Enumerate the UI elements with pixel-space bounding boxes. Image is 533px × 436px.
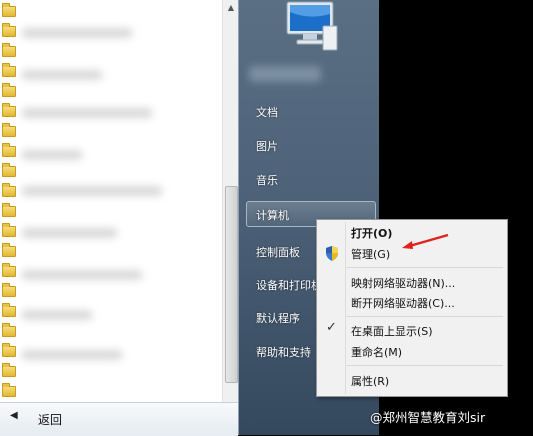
scroll-up-arrow-icon[interactable]: ▲: [223, 0, 238, 16]
blurred-program-name: [22, 228, 117, 238]
music-item[interactable]: 音乐: [256, 172, 278, 188]
menu-rename[interactable]: 重命名(M): [351, 344, 402, 360]
folder-icon[interactable]: [2, 83, 16, 97]
folder-icon[interactable]: [2, 363, 16, 377]
blurred-program-name: [22, 186, 162, 196]
help-support-item[interactable]: 帮助和支持: [256, 344, 311, 360]
computer-item[interactable]: 计算机: [256, 207, 289, 223]
menu-show-on-desktop[interactable]: 在桌面上显示(S): [351, 323, 433, 339]
devices-printers-item[interactable]: 设备和打印机: [256, 277, 322, 293]
folder-icon[interactable]: [2, 123, 16, 137]
menu-separator: [347, 365, 503, 366]
folder-icon[interactable]: [2, 3, 16, 17]
default-programs-item[interactable]: 默认程序: [256, 310, 300, 326]
checkmark-icon: ✓: [326, 320, 337, 335]
blurred-program-name: [22, 310, 92, 320]
blurred-program-name: [22, 108, 152, 118]
red-annotation-arrow-icon: [402, 233, 449, 249]
folder-icon[interactable]: [2, 143, 16, 157]
menu-map-network-drive[interactable]: 映射网络驱动器(N)...: [351, 275, 455, 291]
folder-icon[interactable]: [2, 183, 16, 197]
folder-icon[interactable]: [2, 343, 16, 357]
back-label: 返回: [38, 413, 63, 427]
menu-separator: [347, 267, 503, 268]
watermark: @郑州智慧教育刘sir: [370, 410, 486, 425]
menu-manage[interactable]: 管理(G): [351, 246, 390, 262]
folder-icon[interactable]: [2, 23, 16, 37]
computer-icon: [286, 1, 338, 51]
folder-icon[interactable]: [2, 383, 16, 397]
vertical-scrollbar[interactable]: ▲: [222, 0, 238, 402]
menu-disconnect-network-drive[interactable]: 断开网络驱动器(C)...: [351, 295, 455, 311]
shield-icon: [326, 246, 338, 261]
control-panel-item[interactable]: 控制面板: [256, 244, 300, 260]
folder-icon[interactable]: [2, 323, 16, 337]
program-list: ▲: [0, 0, 238, 402]
menu-properties[interactable]: 属性(R): [351, 373, 389, 389]
documents-item[interactable]: 文档: [256, 104, 278, 120]
folder-icon[interactable]: [2, 283, 16, 297]
folder-icon[interactable]: [2, 103, 16, 117]
menu-gutter: [345, 222, 346, 394]
folder-icon[interactable]: [2, 203, 16, 217]
folder-icon[interactable]: [2, 223, 16, 237]
user-name-blurred: [249, 66, 321, 82]
folder-column: [0, 0, 16, 402]
menu-separator: [347, 316, 503, 317]
folder-icon[interactable]: [2, 263, 16, 277]
folder-icon[interactable]: [2, 43, 16, 57]
blurred-program-name: [22, 270, 142, 280]
blurred-program-name: [22, 70, 102, 80]
folder-icon[interactable]: [2, 243, 16, 257]
blurred-program-name: [22, 28, 132, 38]
scroll-thumb[interactable]: [225, 186, 238, 383]
blurred-program-name: [22, 150, 82, 160]
back-arrow-icon: ◀: [10, 410, 18, 421]
menu-open[interactable]: 打开(O): [351, 225, 392, 241]
folder-icon[interactable]: [2, 63, 16, 77]
pictures-item[interactable]: 图片: [256, 138, 278, 154]
folder-icon[interactable]: [2, 303, 16, 317]
back-button[interactable]: ◀ 返回: [0, 402, 238, 436]
folder-icon[interactable]: [2, 163, 16, 177]
blurred-program-name: [22, 350, 122, 360]
